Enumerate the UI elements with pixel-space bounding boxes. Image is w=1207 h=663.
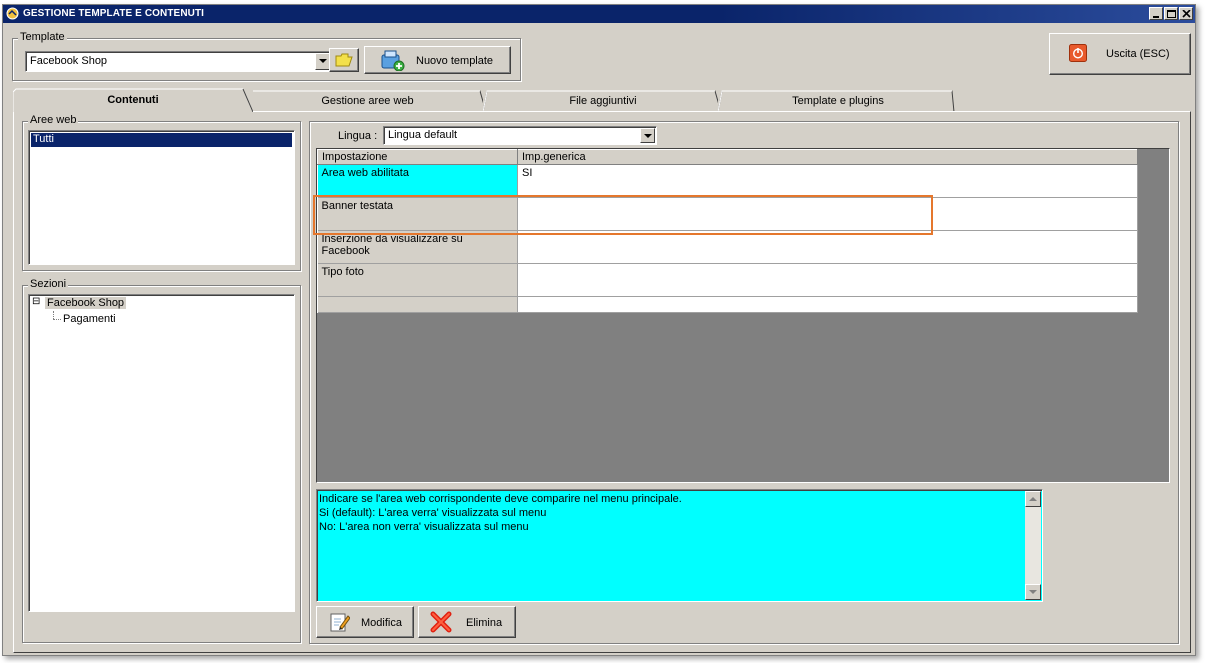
tab-contenuti[interactable]: Contenuti xyxy=(13,88,253,112)
window-title: GESTIONE TEMPLATE E CONTENUTI xyxy=(23,8,205,19)
close-icon xyxy=(1182,10,1191,18)
template-group-label: Template xyxy=(18,31,67,43)
new-template-icon xyxy=(381,50,405,71)
tab-template-plugins-label: Template e plugins xyxy=(792,95,884,107)
tab-template-plugins[interactable]: Template e plugins xyxy=(718,90,958,112)
folder-icon xyxy=(335,53,353,67)
power-icon xyxy=(1069,44,1087,62)
title-bar[interactable]: GESTIONE TEMPLATE E CONTENUTI xyxy=(3,5,1195,23)
exit-button[interactable]: Uscita (ESC) xyxy=(1049,33,1191,75)
open-folder-button[interactable] xyxy=(329,48,359,72)
tab-gestione-aree-web-label: Gestione aree web xyxy=(321,95,414,107)
tab-file-aggiuntivi-label: File aggiuntivi xyxy=(569,95,637,107)
new-template-button[interactable]: Nuovo template xyxy=(364,46,511,74)
tab-file-aggiuntivi[interactable]: File aggiuntivi xyxy=(483,90,723,112)
new-template-label: Nuovo template xyxy=(416,55,494,67)
maximize-icon xyxy=(1167,10,1176,18)
minimize-button[interactable] xyxy=(1149,7,1163,20)
maximize-button[interactable] xyxy=(1164,7,1178,20)
template-select[interactable]: Facebook Shop xyxy=(25,51,332,72)
chevron-down-icon[interactable] xyxy=(315,53,330,70)
exit-button-label: Uscita (ESC) xyxy=(1106,48,1170,60)
app-icon xyxy=(6,7,19,20)
template-group: Template Facebook Shop Nuovo template xyxy=(12,31,521,81)
tab-contenuti-label: Contenuti xyxy=(107,94,159,106)
main-window: GESTIONE TEMPLATE E CONTENUTI Template F… xyxy=(2,4,1196,656)
template-select-value: Facebook Shop xyxy=(30,55,108,67)
tab-gestione-aree-web[interactable]: Gestione aree web xyxy=(246,90,489,112)
minimize-icon xyxy=(1153,16,1159,18)
tab-page xyxy=(13,111,1191,653)
close-button[interactable] xyxy=(1179,7,1193,20)
